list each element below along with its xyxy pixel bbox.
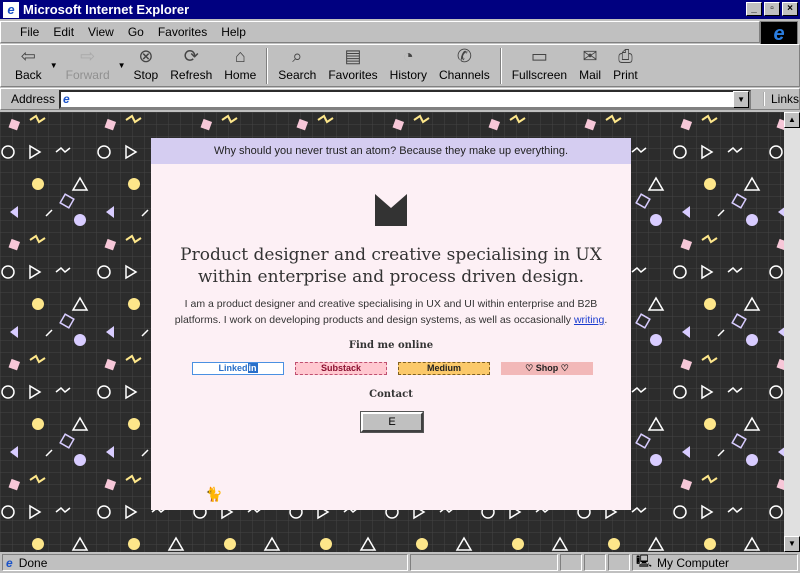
scroll-up-button[interactable]: ▲	[784, 112, 800, 128]
back-button[interactable]: ⇦ Back	[9, 45, 48, 86]
find-me-heading: Find me online	[348, 340, 434, 351]
ie-logo: e	[760, 21, 798, 45]
intro-paragraph: I am a product designer and creative spe…	[167, 296, 615, 328]
status-done: Done	[18, 555, 48, 570]
medium-badge[interactable]: Medium	[398, 362, 490, 375]
print-button[interactable]: ⎙ Print	[607, 45, 644, 86]
history-button[interactable]: ◔ History	[384, 45, 433, 86]
web-page: Why should you never trust an atom? Beca…	[0, 112, 784, 552]
intro-end: .	[604, 314, 608, 326]
ie-icon: e	[3, 1, 19, 18]
mail-icon: ✉	[582, 46, 598, 66]
zone-panel: 🖳 My Computer	[632, 554, 798, 571]
window-title: Microsoft Internet Explorer	[23, 2, 190, 17]
address-input[interactable]: e	[59, 89, 752, 109]
cat-icon: 🐈	[205, 486, 223, 502]
search-icon: ⌕	[292, 46, 303, 66]
linkedin-in: in	[247, 363, 258, 373]
toolbar: ⇦ Back ▼ ⇨ Forward ▼ ⊗ Stop ⟳ Refresh ⌂ Home …	[0, 44, 800, 87]
substack-badge[interactable]: Substack	[295, 362, 387, 375]
channels-label: Channels	[439, 68, 490, 82]
zone-label: My Computer	[657, 555, 730, 570]
linkedin-text: Linked	[218, 363, 248, 373]
joke-banner: Why should you never trust an atom? Beca…	[151, 138, 631, 164]
print-icon: ⎙	[618, 46, 633, 66]
print-label: Print	[613, 68, 638, 82]
mail-label: Mail	[579, 68, 602, 82]
address-bar: Address e ▼ Links	[0, 88, 800, 110]
fullscreen-button[interactable]: ▭ Fullscreen	[506, 45, 573, 86]
search-label: Search	[278, 68, 317, 82]
status-panel	[560, 554, 582, 571]
fullscreen-icon: ▭	[530, 46, 548, 66]
links-button[interactable]: Links	[762, 92, 799, 106]
intro-text: I am a product designer and creative spe…	[174, 298, 598, 326]
m-logo-icon	[375, 194, 407, 226]
contact-heading: Contact	[369, 389, 413, 400]
favorites-label: Favorites	[328, 68, 378, 82]
back-dropdown[interactable]: ▼	[50, 61, 58, 70]
title-bar: e Microsoft Internet Explorer _ ▫ ×	[0, 0, 800, 19]
status-panel	[584, 554, 606, 571]
refresh-label: Refresh	[170, 68, 213, 82]
channels-icon: ✆	[456, 46, 472, 66]
status-text: e Done	[2, 554, 408, 571]
maximize-button[interactable]: ▫	[764, 2, 780, 16]
history-label: History	[389, 68, 428, 82]
forward-dropdown[interactable]: ▼	[118, 61, 126, 70]
vertical-scrollbar[interactable]: ▲ ▼	[784, 112, 800, 552]
minimize-button[interactable]: _	[746, 2, 762, 16]
back-label: Back	[15, 68, 42, 82]
menu-edit[interactable]: Edit	[53, 25, 74, 39]
status-panel	[608, 554, 630, 571]
address-label: Address	[11, 92, 56, 106]
history-icon: ◔	[402, 46, 414, 66]
headline: Product designer and creative specialisi…	[180, 245, 602, 287]
back-icon: ⇦	[20, 46, 36, 66]
address-dropdown[interactable]: ▼	[733, 90, 749, 108]
menu-help[interactable]: Help	[221, 25, 246, 39]
channels-button[interactable]: ✆ Channels	[433, 45, 496, 86]
search-button[interactable]: ⌕ Search	[272, 45, 322, 86]
menu-file[interactable]: File	[20, 25, 39, 39]
computer-icon: 🖳	[636, 554, 653, 568]
status-panel	[410, 554, 558, 571]
forward-label: Forward	[65, 68, 110, 82]
mail-button[interactable]: ✉ Mail	[573, 45, 607, 86]
menu-go[interactable]: Go	[128, 25, 144, 39]
favorites-button[interactable]: ▤ Favorites	[322, 45, 383, 86]
home-icon: ⌂	[234, 46, 246, 66]
stop-icon: ⊗	[138, 46, 154, 66]
writing-link[interactable]: writing	[574, 314, 604, 326]
home-button[interactable]: ⌂ Home	[218, 45, 262, 86]
content-card: Why should you never trust an atom? Beca…	[151, 138, 631, 510]
page-icon: e	[6, 555, 13, 570]
forward-button[interactable]: ⇨ Forward	[60, 45, 116, 86]
page-icon: e	[63, 92, 70, 106]
fullscreen-label: Fullscreen	[511, 68, 568, 82]
close-button[interactable]: ×	[782, 2, 798, 16]
favorites-icon: ▤	[344, 46, 362, 66]
status-bar: e Done 🖳 My Computer	[0, 553, 800, 572]
stop-label: Stop	[133, 68, 159, 82]
home-label: Home	[224, 68, 257, 82]
refresh-icon: ⟳	[183, 46, 199, 66]
menu-favorites[interactable]: Favorites	[158, 25, 207, 39]
email-button[interactable]: E	[360, 411, 424, 433]
shop-badge[interactable]: ♡ Shop ♡	[501, 362, 593, 375]
menu-bar: File Edit View Go Favorites Help	[0, 21, 760, 43]
stop-button[interactable]: ⊗ Stop	[128, 45, 165, 86]
scroll-down-button[interactable]: ▼	[784, 536, 800, 552]
linkedin-badge[interactable]: Linkedin	[192, 362, 284, 375]
toolbar-separator	[266, 48, 269, 84]
refresh-button[interactable]: ⟳ Refresh	[164, 45, 218, 86]
forward-icon: ⇨	[80, 46, 96, 66]
menu-view[interactable]: View	[88, 25, 114, 39]
toolbar-separator	[499, 48, 502, 84]
